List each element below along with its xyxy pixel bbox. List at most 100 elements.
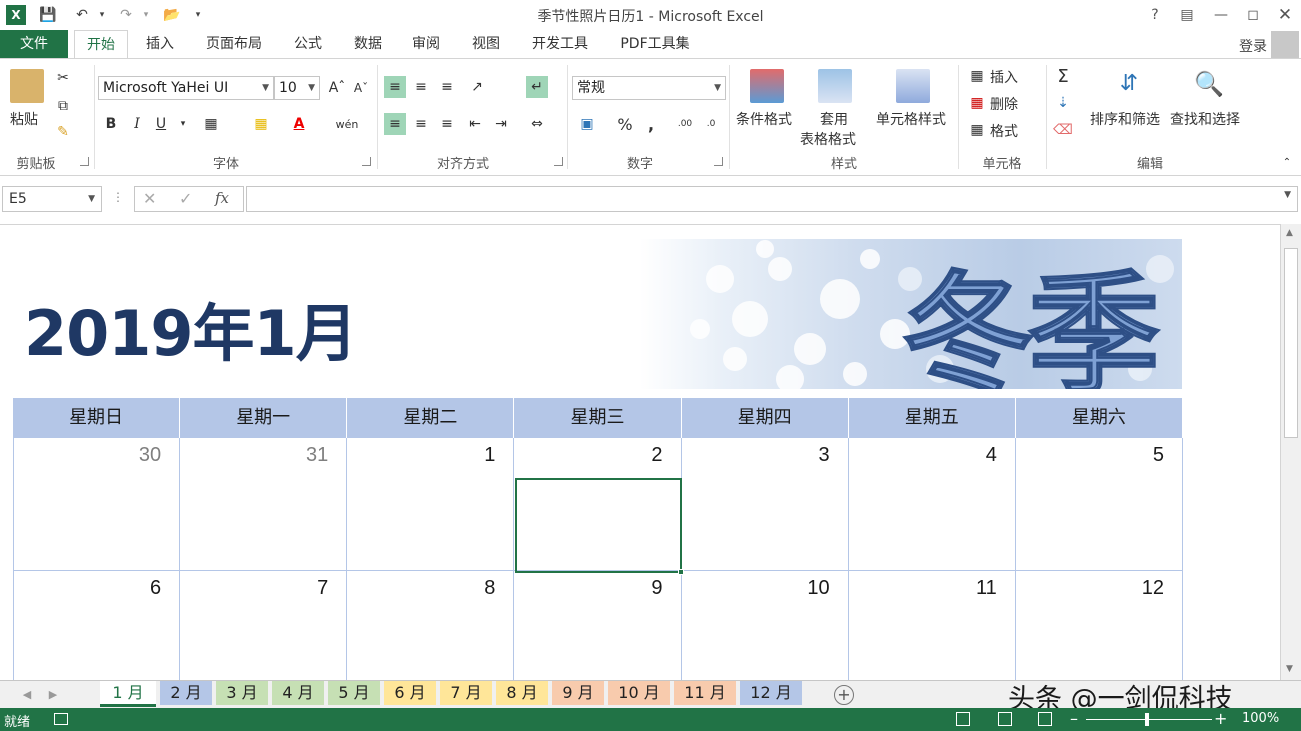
tab-file[interactable]: 文件 [0, 30, 68, 58]
insert-cells-icon[interactable]: ▦ [966, 65, 988, 87]
bold-button[interactable]: B [100, 113, 122, 135]
sheet-tab[interactable]: 8 月 [496, 681, 548, 705]
page-layout-view-icon[interactable] [998, 712, 1012, 726]
increase-decimal-icon[interactable]: .00 [674, 113, 696, 135]
font-launcher-icon[interactable] [362, 157, 371, 166]
maximize-icon[interactable]: ◻ [1238, 3, 1268, 27]
sort-filter-button[interactable]: 排序和筛选 [1090, 109, 1160, 129]
format-as-table-icon[interactable] [818, 69, 852, 103]
collapse-ribbon-icon[interactable]: ⌃ [1276, 151, 1298, 173]
scroll-down-icon[interactable]: ▼ [1286, 664, 1293, 674]
format-cells-icon[interactable]: ▦ [966, 119, 988, 141]
fill-handle[interactable] [677, 569, 684, 575]
scroll-up-icon[interactable]: ▲ [1286, 228, 1293, 238]
copy-icon[interactable]: ⧉ [52, 95, 74, 117]
cut-icon[interactable]: ✂ [52, 67, 74, 89]
help-button[interactable]: ? [1140, 3, 1170, 27]
sheet-tab[interactable]: 9 月 [552, 681, 604, 705]
align-bottom-icon[interactable]: ≡ [436, 76, 458, 98]
font-color-icon[interactable]: A [288, 113, 310, 135]
sheet-tab[interactable]: 2 月 [160, 681, 212, 705]
fill-color-icon[interactable]: ▦ [250, 113, 272, 135]
page-break-view-icon[interactable] [1038, 712, 1052, 726]
zoom-slider[interactable] [1086, 719, 1212, 720]
tab-view[interactable]: 视图 [462, 30, 510, 58]
insert-function-button[interactable]: fx [215, 189, 229, 207]
zoom-level[interactable]: 100% [1242, 711, 1279, 726]
tab-home[interactable]: 开始 [74, 30, 128, 59]
clear-icon[interactable]: ⌫ [1052, 119, 1074, 141]
vertical-scrollbar[interactable]: ▲ ▼ [1280, 224, 1301, 680]
autosum-button[interactable]: Σ [1052, 65, 1074, 87]
tab-formulas[interactable]: 公式 [284, 30, 332, 58]
tab-developer[interactable]: 开发工具 [522, 30, 598, 58]
underline-button[interactable]: U [150, 113, 172, 135]
underline-dropdown-icon[interactable]: ▾ [172, 113, 194, 135]
delete-cells-icon[interactable]: ▦ [966, 92, 988, 114]
conditional-formatting-button[interactable]: 条件格式 [736, 109, 792, 129]
sort-filter-icon[interactable]: ⇵ [1112, 67, 1146, 101]
decrease-decimal-icon[interactable]: .0 [700, 113, 722, 135]
normal-view-icon[interactable] [956, 712, 970, 726]
day-cell[interactable]: 1 [347, 438, 515, 571]
add-sheet-icon[interactable]: + [834, 685, 854, 705]
sheet-tab[interactable]: 12 月 [740, 681, 802, 705]
alignment-launcher-icon[interactable] [554, 157, 563, 166]
number-format-combo[interactable]: 常规 ▼ [572, 76, 726, 100]
confirm-entry-icon[interactable]: ✓ [179, 189, 192, 208]
align-center-icon[interactable]: ≡ [410, 113, 432, 135]
sheet-tab[interactable]: 1 月 [100, 681, 156, 707]
tab-insert[interactable]: 插入 [136, 30, 184, 58]
find-select-button[interactable]: 查找和选择 [1170, 109, 1240, 129]
clipboard-launcher-icon[interactable] [80, 157, 89, 166]
selected-cell-e5[interactable] [515, 478, 684, 575]
comma-style-button[interactable]: , [640, 113, 662, 135]
phonetic-guide-icon[interactable]: wén [336, 113, 359, 135]
borders-icon[interactable]: ▦ [200, 113, 222, 135]
delete-cells-button[interactable]: 删除 [990, 94, 1018, 114]
day-cell[interactable]: 3 [681, 438, 849, 571]
sheet-tab[interactable]: 7 月 [440, 681, 492, 705]
formula-input[interactable]: ▼ [246, 186, 1298, 212]
tab-review[interactable]: 审阅 [402, 30, 450, 58]
format-as-table-line1[interactable]: 套用 [820, 109, 848, 129]
sheet-tab[interactable]: 11 月 [674, 681, 736, 705]
ribbon-display-options-icon[interactable]: ▤ [1172, 3, 1202, 27]
sheet-tab[interactable]: 5 月 [328, 681, 380, 705]
orientation-icon[interactable]: ↗ [466, 76, 488, 98]
name-box[interactable]: E5 ▼ [2, 186, 102, 212]
font-size-combo[interactable]: 10 ▼ [274, 76, 320, 100]
zoom-in-icon[interactable]: + [1214, 709, 1227, 728]
increase-font-icon[interactable]: Aˆ [326, 77, 348, 99]
number-launcher-icon[interactable] [714, 157, 723, 166]
format-as-table-line2[interactable]: 表格格式 [800, 129, 856, 149]
merge-center-icon[interactable]: ⇔ [526, 113, 548, 135]
fill-icon[interactable]: ⇣ [1052, 92, 1074, 114]
next-sheet-icon[interactable]: ▶ [44, 685, 62, 703]
avatar[interactable] [1271, 31, 1299, 59]
day-cell[interactable]: 31 [180, 438, 348, 571]
align-top-icon[interactable]: ≡ [384, 76, 406, 98]
macro-record-icon[interactable] [54, 713, 68, 725]
format-cells-button[interactable]: 格式 [990, 121, 1018, 141]
day-cell[interactable]: 8 [347, 571, 515, 680]
align-middle-icon[interactable]: ≡ [410, 76, 432, 98]
sheet-tab[interactable]: 3 月 [216, 681, 268, 705]
login-link[interactable]: 登录 [1239, 36, 1267, 56]
cell-styles-button[interactable]: 单元格样式 [876, 109, 946, 129]
day-cell[interactable]: 10 [682, 571, 849, 680]
tab-page-layout[interactable]: 页面布局 [196, 30, 272, 58]
day-cell[interactable]: 5 [1015, 438, 1183, 571]
day-cell[interactable]: 4 [848, 438, 1016, 571]
day-cell[interactable]: 7 [180, 571, 348, 680]
decrease-indent-icon[interactable]: ⇤ [464, 113, 486, 135]
tab-pdf-tools[interactable]: PDF工具集 [610, 30, 700, 58]
close-icon[interactable]: ✕ [1270, 3, 1300, 27]
sheet-tab[interactable]: 10 月 [608, 681, 670, 705]
paste-label[interactable]: 粘贴 [10, 109, 38, 129]
insert-cells-button[interactable]: 插入 [990, 67, 1018, 87]
sheet-tab[interactable]: 4 月 [272, 681, 324, 705]
percent-style-button[interactable]: % [614, 113, 636, 135]
tab-data[interactable]: 数据 [344, 30, 392, 58]
font-name-combo[interactable]: Microsoft YaHei UI ▼ [98, 76, 274, 100]
